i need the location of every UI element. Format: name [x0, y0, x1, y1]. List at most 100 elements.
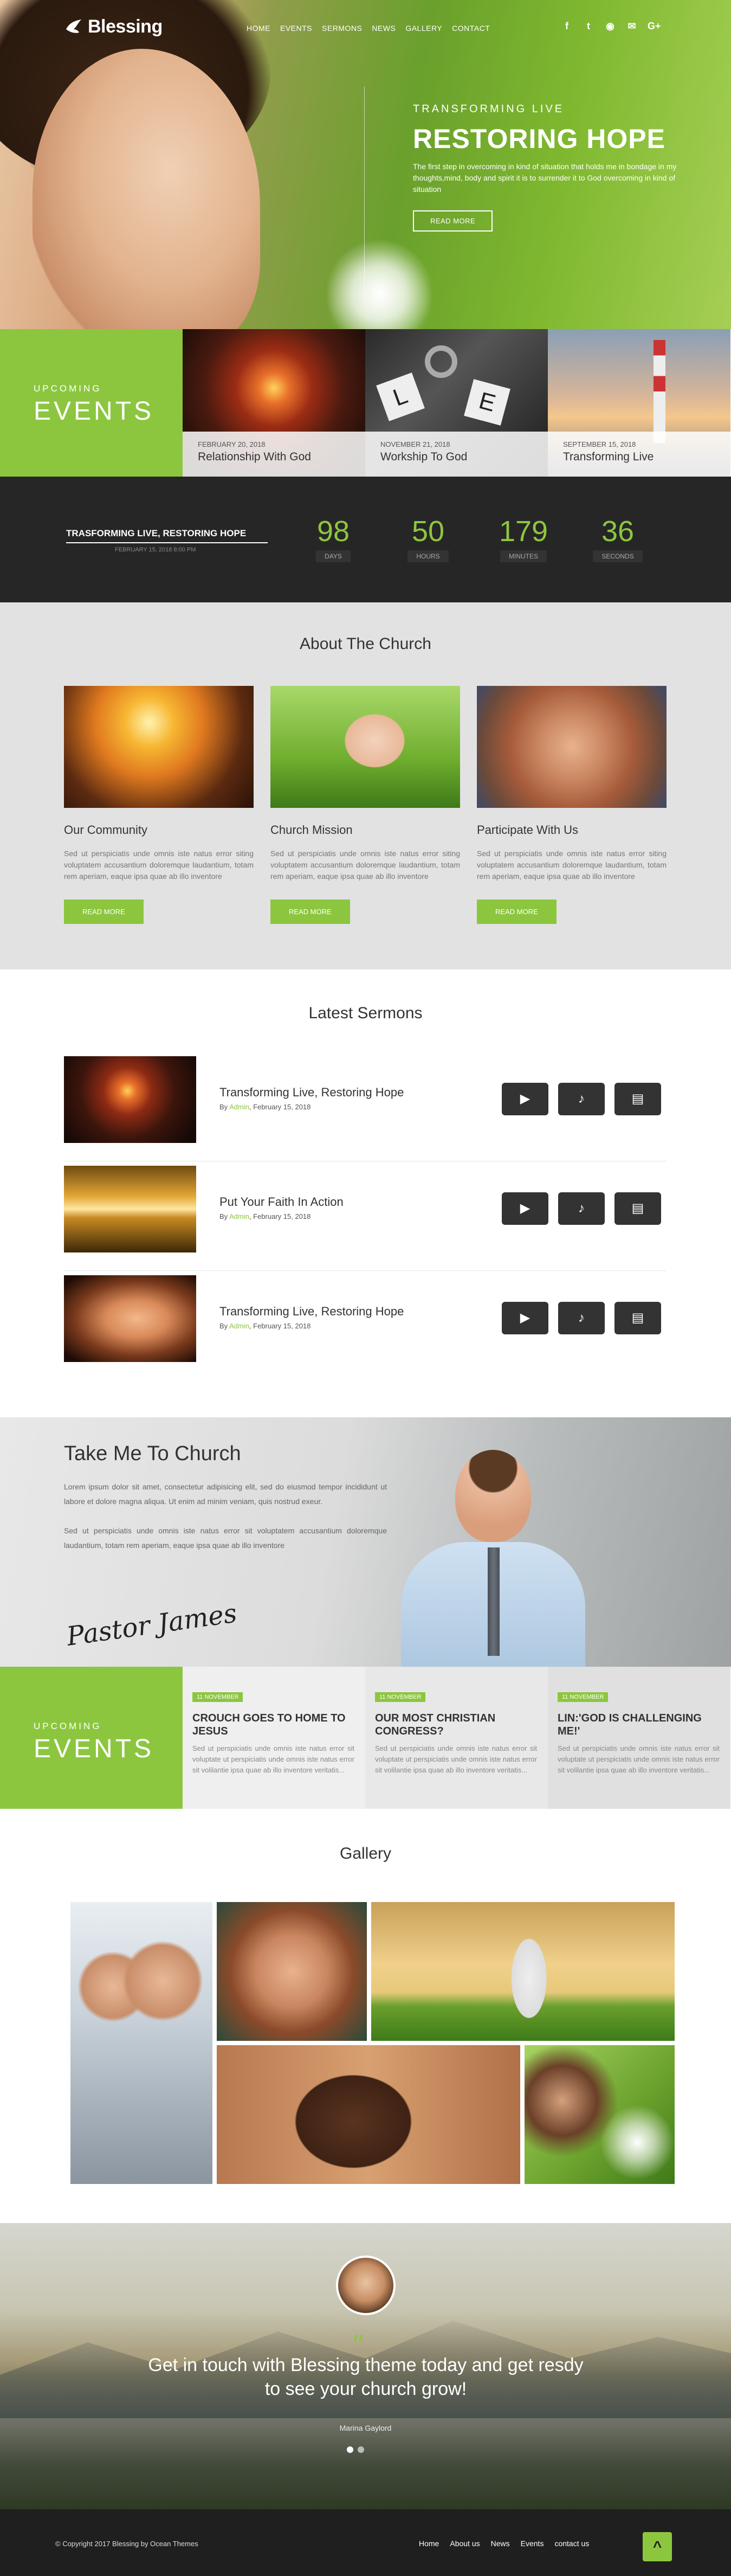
video-icon[interactable]: ▶: [502, 1083, 548, 1115]
mail-icon[interactable]: ✉: [626, 21, 638, 32]
countdown-unit: SECONDS: [593, 550, 643, 562]
countdown-value: 179: [499, 515, 548, 548]
sermons-section: Latest Sermons Transforming Live, Restor…: [0, 969, 731, 1417]
countdown-days: 98 DAYS: [301, 515, 366, 562]
sermon-meta: By Admin, February 15, 2018: [219, 1212, 310, 1220]
countdown-section: TRASFORMING LIVE, RESTORING HOPE FEBRUAR…: [0, 477, 731, 602]
hero-section: Blessing HOME EVENTS SERMONS NEWS GALLER…: [0, 0, 731, 329]
countdown-datetime: FEBRUARY 15, 2018 8:00 PM: [115, 547, 196, 553]
sermon-row: Put Your Faith In Action By Admin, Febru…: [64, 1166, 667, 1252]
sermon-row: Transforming Live, Restoring Hope By Adm…: [64, 1056, 667, 1143]
news-excerpt: Sed ut perspiciatis unde omnis iste natu…: [558, 1744, 720, 1774]
sermon-by: By: [219, 1103, 230, 1111]
read-more-button[interactable]: READ MORE: [270, 900, 350, 924]
event-date: NOVEMBER 21, 2018: [380, 440, 450, 448]
news-title[interactable]: CROUCH GOES TO HOME TO JESUS: [192, 1712, 354, 1738]
gallery-image-couple[interactable]: [70, 1902, 212, 2184]
sermon-meta: By Admin, February 15, 2018: [219, 1322, 310, 1330]
footer-link-contact[interactable]: contact us: [554, 2539, 589, 2548]
top-navigation: Blessing HOME EVENTS SERMONS NEWS GALLER…: [0, 16, 731, 38]
news-title[interactable]: LIN:'GOD IS CHALLENGING ME!': [558, 1712, 720, 1738]
pdf-icon[interactable]: ▤: [614, 1192, 661, 1225]
logo[interactable]: Blessing: [64, 16, 163, 37]
video-icon[interactable]: ▶: [502, 1302, 548, 1334]
event-caption: SEPTEMBER 15, 2018 Transforming Live: [548, 432, 730, 477]
menu-item-events[interactable]: EVENTS: [280, 24, 312, 33]
gallery-image-hands[interactable]: [217, 1902, 367, 2041]
event-title: Workship To God: [380, 451, 468, 463]
countdown-minutes: 179 MINUTES: [491, 515, 556, 562]
event-card[interactable]: FEBRUARY 20, 2018 Relationship With God: [183, 329, 365, 477]
menu-item-news[interactable]: NEWS: [372, 24, 396, 33]
footer-link-news[interactable]: News: [491, 2539, 510, 2548]
sermon-title[interactable]: Transforming Live, Restoring Hope: [219, 1085, 404, 1100]
news-excerpt: Sed ut perspiciatis unde omnis iste natu…: [192, 1744, 354, 1774]
gallery-image-woman-field[interactable]: [371, 1902, 675, 2041]
audio-icon[interactable]: ♪: [558, 1302, 605, 1334]
news-card[interactable]: 11 NOVEMBER LIN:'GOD IS CHALLENGING ME!'…: [548, 1667, 730, 1809]
footer: © Copyright 2017 Blessing by Ocean Theme…: [0, 2509, 731, 2576]
testimonial-author: Marina Gaylord: [339, 2424, 392, 2432]
sermon-author[interactable]: Admin: [229, 1322, 249, 1330]
events-label-big: EVENTS: [34, 1735, 154, 1763]
pastor-heading: Take Me To Church: [64, 1442, 241, 1465]
back-to-top-button[interactable]: ^: [643, 2532, 672, 2561]
about-column: Participate With Us Sed ut perspiciatis …: [477, 686, 667, 924]
slider-dot[interactable]: [358, 2446, 364, 2453]
sermon-title[interactable]: Transforming Live, Restoring Hope: [219, 1305, 404, 1319]
audio-icon[interactable]: ♪: [558, 1083, 605, 1115]
news-title[interactable]: OUR MOST CHRISTIAN CONGRESS?: [375, 1712, 537, 1738]
event-caption: NOVEMBER 21, 2018 Workship To God: [365, 432, 548, 477]
menu-item-contact[interactable]: CONTACT: [452, 24, 490, 33]
slider-dot[interactable]: [347, 2446, 353, 2453]
sermon-title[interactable]: Put Your Faith In Action: [219, 1195, 344, 1209]
pdf-icon[interactable]: ▤: [614, 1083, 661, 1115]
sermon-row: Transforming Live, Restoring Hope By Adm…: [64, 1275, 667, 1362]
footer-link-events[interactable]: Events: [521, 2539, 544, 2548]
pastor-paragraph-1: Lorem ipsum dolor sit amet, consectetur …: [64, 1482, 387, 1506]
countdown-seconds: 36 SECONDS: [585, 515, 650, 562]
hero-read-more-button[interactable]: READ MORE: [413, 210, 493, 232]
sermon-author[interactable]: Admin: [229, 1212, 249, 1220]
gallery-image-girl-dandelion[interactable]: [525, 2045, 675, 2184]
twitter-icon[interactable]: t: [583, 21, 594, 32]
read-more-button[interactable]: READ MORE: [64, 900, 144, 924]
menu-item-sermons[interactable]: SERMONS: [322, 24, 362, 33]
news-card[interactable]: 11 NOVEMBER OUR MOST CHRISTIAN CONGRESS?…: [365, 1667, 548, 1809]
google-plus-icon[interactable]: G+: [648, 21, 661, 32]
about-image-mission: [270, 686, 460, 808]
rss-icon[interactable]: ◉: [604, 21, 616, 32]
sermon-by: By: [219, 1212, 230, 1220]
pastor-paragraph-2: Sed ut perspiciatis unde omnis iste natu…: [64, 1526, 387, 1550]
sermon-author[interactable]: Admin: [229, 1103, 249, 1111]
events-label-small: UPCOMING: [34, 1721, 102, 1731]
menu-item-gallery[interactable]: GALLERY: [405, 24, 442, 33]
menu-item-home[interactable]: HOME: [247, 24, 270, 33]
countdown-unit: HOURS: [407, 550, 449, 562]
footer-menu: Home About us News Events contact us: [419, 2539, 589, 2548]
about-column-title: Church Mission: [270, 823, 353, 837]
sermon-date: , February 15, 2018: [249, 1322, 311, 1330]
read-more-button[interactable]: READ MORE: [477, 900, 557, 924]
footer-link-home[interactable]: Home: [419, 2539, 439, 2548]
main-menu: HOME EVENTS SERMONS NEWS GALLERY CONTACT: [247, 24, 490, 33]
pastor-section: Take Me To Church Lorem ipsum dolor sit …: [0, 1417, 731, 1667]
about-column-text: Sed ut perspiciatis unde omnis iste natu…: [64, 849, 254, 881]
countdown-value: 98: [316, 515, 350, 548]
footer-link-about[interactable]: About us: [450, 2539, 480, 2548]
sermon-meta: By Admin, February 15, 2018: [219, 1103, 310, 1111]
dove-logo-icon: [66, 19, 81, 33]
audio-icon[interactable]: ♪: [558, 1192, 605, 1225]
sermon-image-candle: [64, 1056, 196, 1143]
gallery-image-child[interactable]: [217, 2045, 520, 2184]
about-image-community: [64, 686, 254, 808]
event-card[interactable]: SEPTEMBER 15, 2018 Transforming Live: [548, 329, 730, 477]
news-card[interactable]: 11 NOVEMBER CROUCH GOES TO HOME TO JESUS…: [183, 1667, 365, 1809]
news-date-tag: 11 NOVEMBER: [375, 1692, 426, 1702]
video-icon[interactable]: ▶: [502, 1192, 548, 1225]
event-card[interactable]: L E NOVEMBER 21, 2018 Workship To God: [365, 329, 548, 477]
pastor-photo: [401, 1450, 585, 1667]
slider-dots: [347, 2446, 364, 2453]
pdf-icon[interactable]: ▤: [614, 1302, 661, 1334]
facebook-icon[interactable]: f: [561, 21, 573, 32]
